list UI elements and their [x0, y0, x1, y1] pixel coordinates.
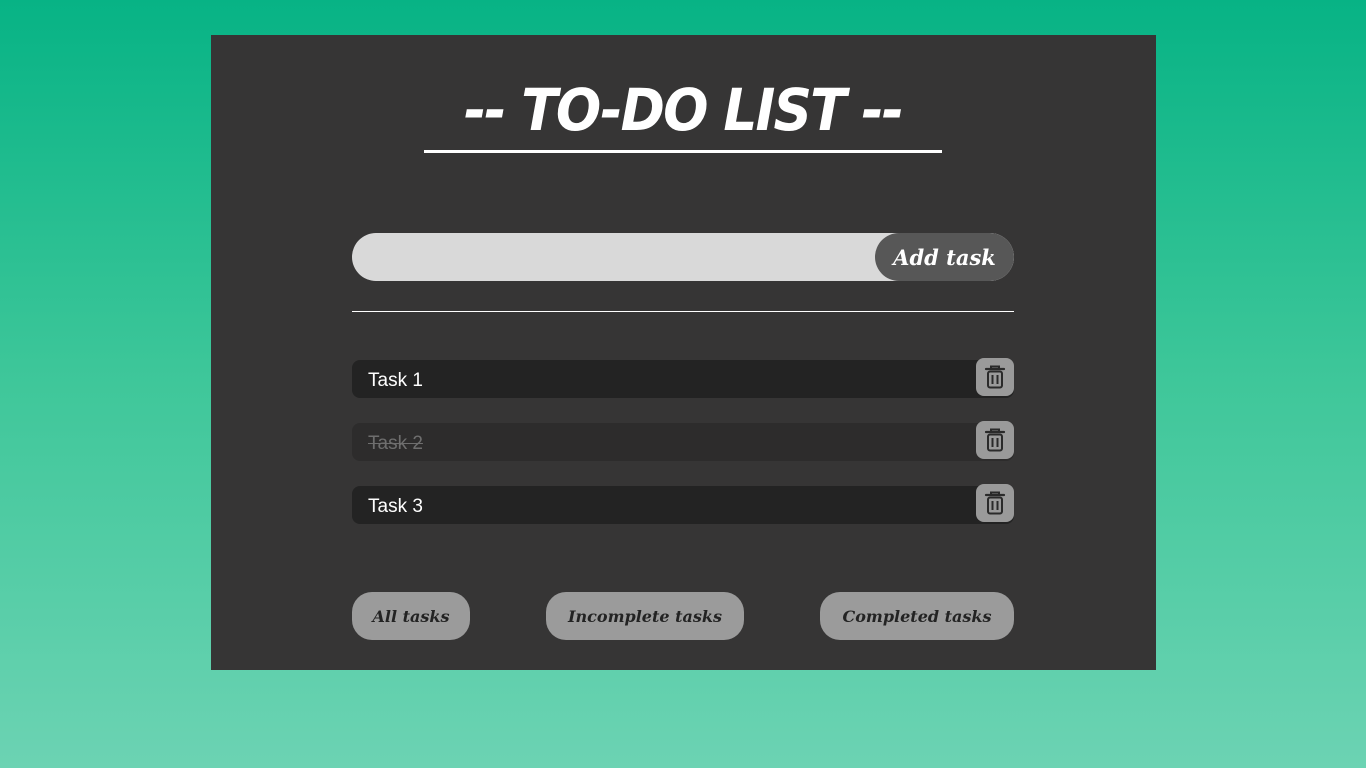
task-label[interactable]: Task 1: [368, 360, 423, 402]
divider: [352, 311, 1014, 312]
trash-icon: [984, 365, 1006, 389]
filter-bar: All tasks Incomplete tasks Completed tas…: [352, 592, 1014, 640]
delete-task-button[interactable]: [976, 421, 1014, 459]
title-underline: [424, 150, 942, 153]
task-input[interactable]: [352, 233, 892, 281]
trash-icon: [984, 428, 1006, 452]
add-task-form: Add task: [352, 233, 1014, 281]
task-label[interactable]: Task 3: [368, 486, 423, 528]
task-list: Task 1 Task 2 Task 3: [352, 358, 1014, 549]
task-label[interactable]: Task 2: [368, 423, 423, 465]
page-title: -- TO-DO LIST --: [463, 76, 904, 144]
completed-tasks-button[interactable]: Completed tasks: [820, 592, 1014, 640]
delete-task-button[interactable]: [976, 358, 1014, 396]
task-item[interactable]: Task 1: [352, 358, 1014, 398]
task-item[interactable]: Task 3: [352, 484, 1014, 524]
incomplete-tasks-button[interactable]: Incomplete tasks: [546, 592, 744, 640]
all-tasks-button[interactable]: All tasks: [352, 592, 470, 640]
delete-task-button[interactable]: [976, 484, 1014, 522]
trash-icon: [984, 491, 1006, 515]
task-item[interactable]: Task 2: [352, 421, 1014, 461]
add-task-button[interactable]: Add task: [875, 233, 1014, 281]
